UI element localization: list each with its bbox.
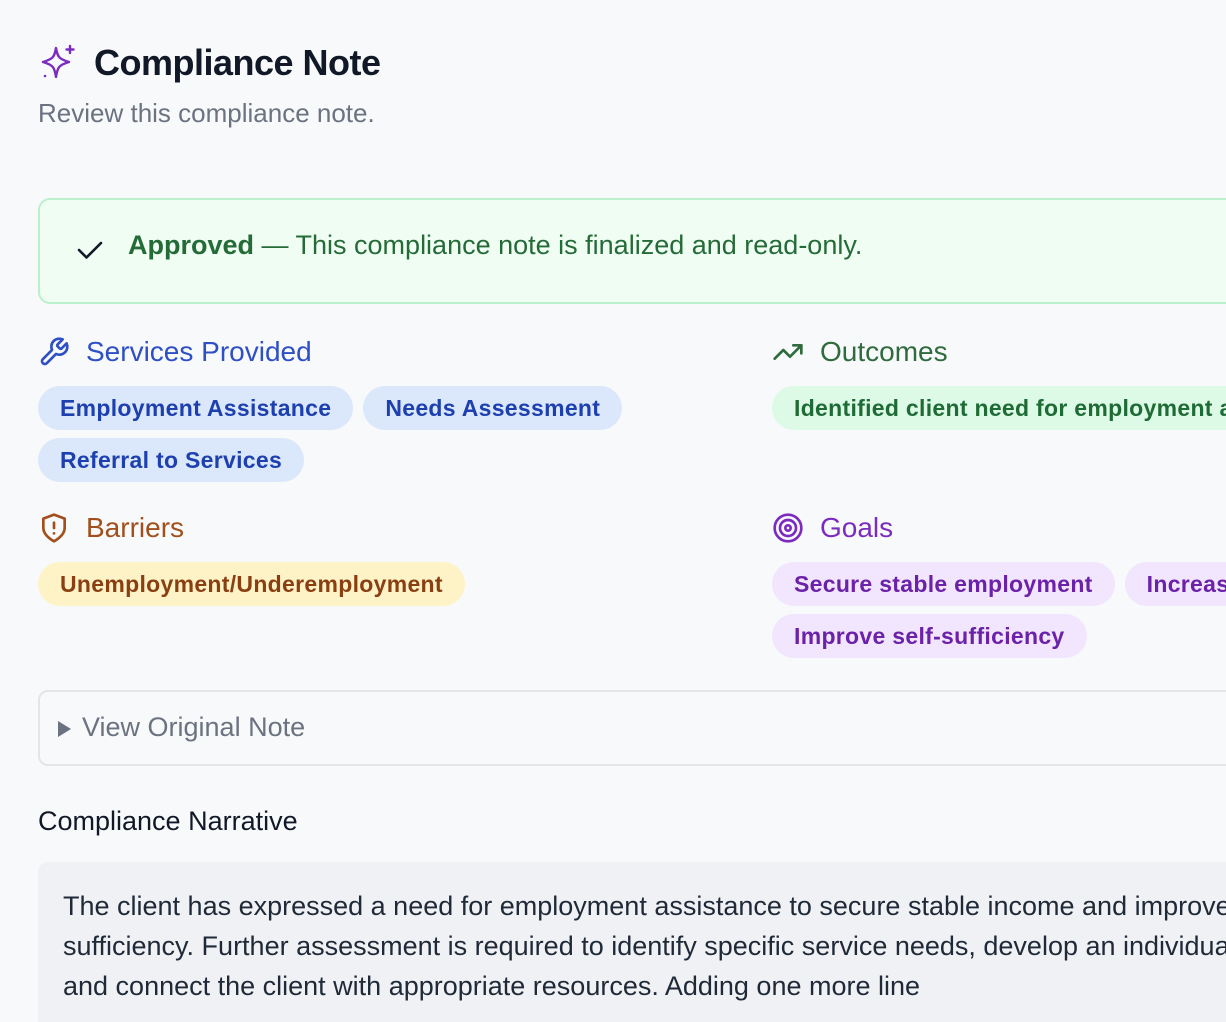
banner-text: Approved — This compliance note is final…: [128, 230, 862, 261]
narrative-box: The client has expressed a need for empl…: [38, 862, 1226, 1022]
barriers-title: Barriers: [86, 512, 185, 543]
services-heading: Services Provided: [38, 336, 312, 368]
compliance-note-page: Compliance Note Review this compliance n…: [0, 0, 1226, 1022]
services-row-1: Employment Assistance Needs Assessment: [38, 386, 632, 430]
wrench-icon: [40, 337, 69, 366]
goal-pill: Improve self-sufficiency: [772, 614, 1087, 658]
outcomes-title: Outcomes: [820, 336, 948, 367]
trending-up-icon: [773, 344, 803, 360]
goals-heading: Goals: [772, 512, 893, 544]
goals-row-2: Improve self-sufficiency: [772, 614, 1097, 658]
outcomes-heading: Outcomes: [772, 336, 948, 368]
services-title: Services Provided: [86, 336, 312, 367]
sparkles-icon: [41, 44, 75, 79]
banner-message: — This compliance note is finalized and …: [254, 230, 863, 260]
goal-pill: Increase household income: [1124, 562, 1226, 606]
target-icon: [773, 513, 803, 543]
page-title: Compliance Note: [94, 42, 381, 83]
page-header: Compliance Note: [38, 42, 381, 84]
approved-status: Approved: [128, 230, 255, 260]
approved-banner: Approved — This compliance note is final…: [38, 198, 1226, 304]
outcomes-row: Identified client need for employment as…: [772, 386, 1226, 430]
narrative-text: The client has expressed a need for empl…: [63, 891, 1226, 1001]
service-pill: Employment Assistance: [38, 386, 354, 430]
narrative-title: Compliance Narrative: [38, 806, 298, 836]
view-original-note-toggle[interactable]: View Original Note: [38, 690, 1226, 766]
page-subtitle: Review this compliance note.: [38, 98, 375, 128]
barrier-pill: Unemployment/Underemployment: [38, 562, 465, 606]
services-row-2: Referral to Services: [38, 438, 314, 482]
goal-pill: Secure stable employment: [772, 562, 1115, 606]
service-pill: Needs Assessment: [363, 386, 623, 430]
barriers-heading: Barriers: [38, 512, 184, 544]
barriers-row: Unemployment/Underemployment: [38, 562, 475, 606]
goals-title: Goals: [820, 512, 894, 543]
outcome-pill: Identified client need for employment as…: [772, 386, 1226, 430]
shield-alert-icon: [42, 513, 66, 543]
service-pill: Referral to Services: [38, 438, 305, 482]
triangle-right-icon: [58, 721, 71, 737]
view-original-label: View Original Note: [82, 712, 306, 742]
check-icon: [77, 241, 103, 259]
goals-row-1: Secure stable employment Increase househ…: [772, 562, 1226, 606]
